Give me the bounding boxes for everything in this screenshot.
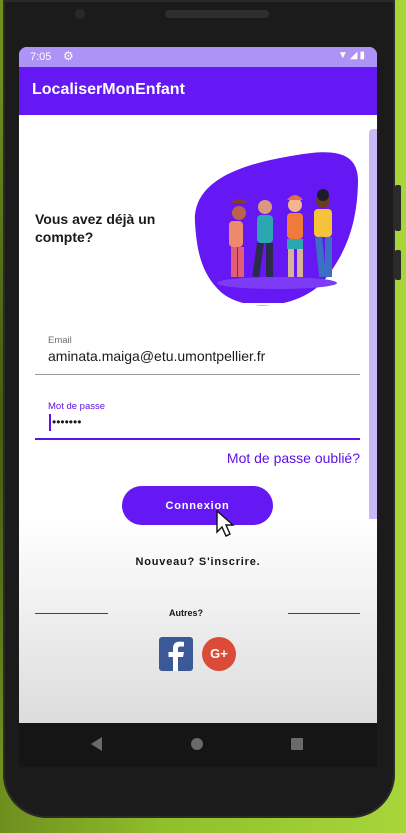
others-label: Autres? <box>169 608 204 618</box>
email-field[interactable]: aminata.maiga@etu.umontpellier.fr <box>48 348 265 364</box>
wifi-icon: ▼ <box>337 50 350 61</box>
login-button[interactable]: Connexion <box>122 486 273 525</box>
login-heading: Vous avez déjà un compte? <box>35 211 156 245</box>
battery-icon: ▮ <box>359 50 367 61</box>
power-button <box>395 250 401 280</box>
email-underline <box>35 374 360 375</box>
friends-illustration <box>194 152 359 306</box>
password-label: Mot de passe <box>48 401 106 412</box>
phone-screen: 7:05 ⚙ ▼◢▮ LocaliserMonEnfant Vous avez … <box>19 47 377 723</box>
speaker <box>165 10 269 18</box>
camera <box>75 9 85 19</box>
facebook-icon <box>168 641 184 671</box>
app-bar: LocaliserMonEnfant <box>19 67 377 115</box>
password-underline <box>35 438 360 440</box>
back-icon[interactable] <box>91 737 102 751</box>
password-field[interactable]: ••••••• <box>52 415 81 429</box>
volume-button <box>395 185 401 231</box>
bottom-gradient <box>19 519 377 723</box>
home-icon[interactable] <box>191 738 203 750</box>
facebook-login-button[interactable] <box>159 637 193 671</box>
settings-icon: ⚙ <box>63 49 74 63</box>
navigation-bar <box>19 723 377 767</box>
separator-left <box>35 613 108 614</box>
app-title: LocaliserMonEnfant <box>32 81 185 98</box>
google-plus-login-button[interactable]: G+ <box>202 637 236 671</box>
email-label: Email <box>48 335 72 346</box>
forgot-password-link[interactable]: Mot de passe oublié? <box>227 450 360 466</box>
google-plus-icon: G+ <box>210 646 228 661</box>
mouse-pointer-icon <box>216 510 235 537</box>
status-time: 7:05 <box>30 51 52 63</box>
text-cursor <box>49 414 51 431</box>
separator-right <box>288 613 360 614</box>
signup-link[interactable]: Nouveau? S'inscrire. <box>19 556 377 568</box>
recent-apps-icon[interactable] <box>291 738 303 750</box>
status-bar: 7:05 ⚙ ▼◢▮ <box>19 47 377 67</box>
